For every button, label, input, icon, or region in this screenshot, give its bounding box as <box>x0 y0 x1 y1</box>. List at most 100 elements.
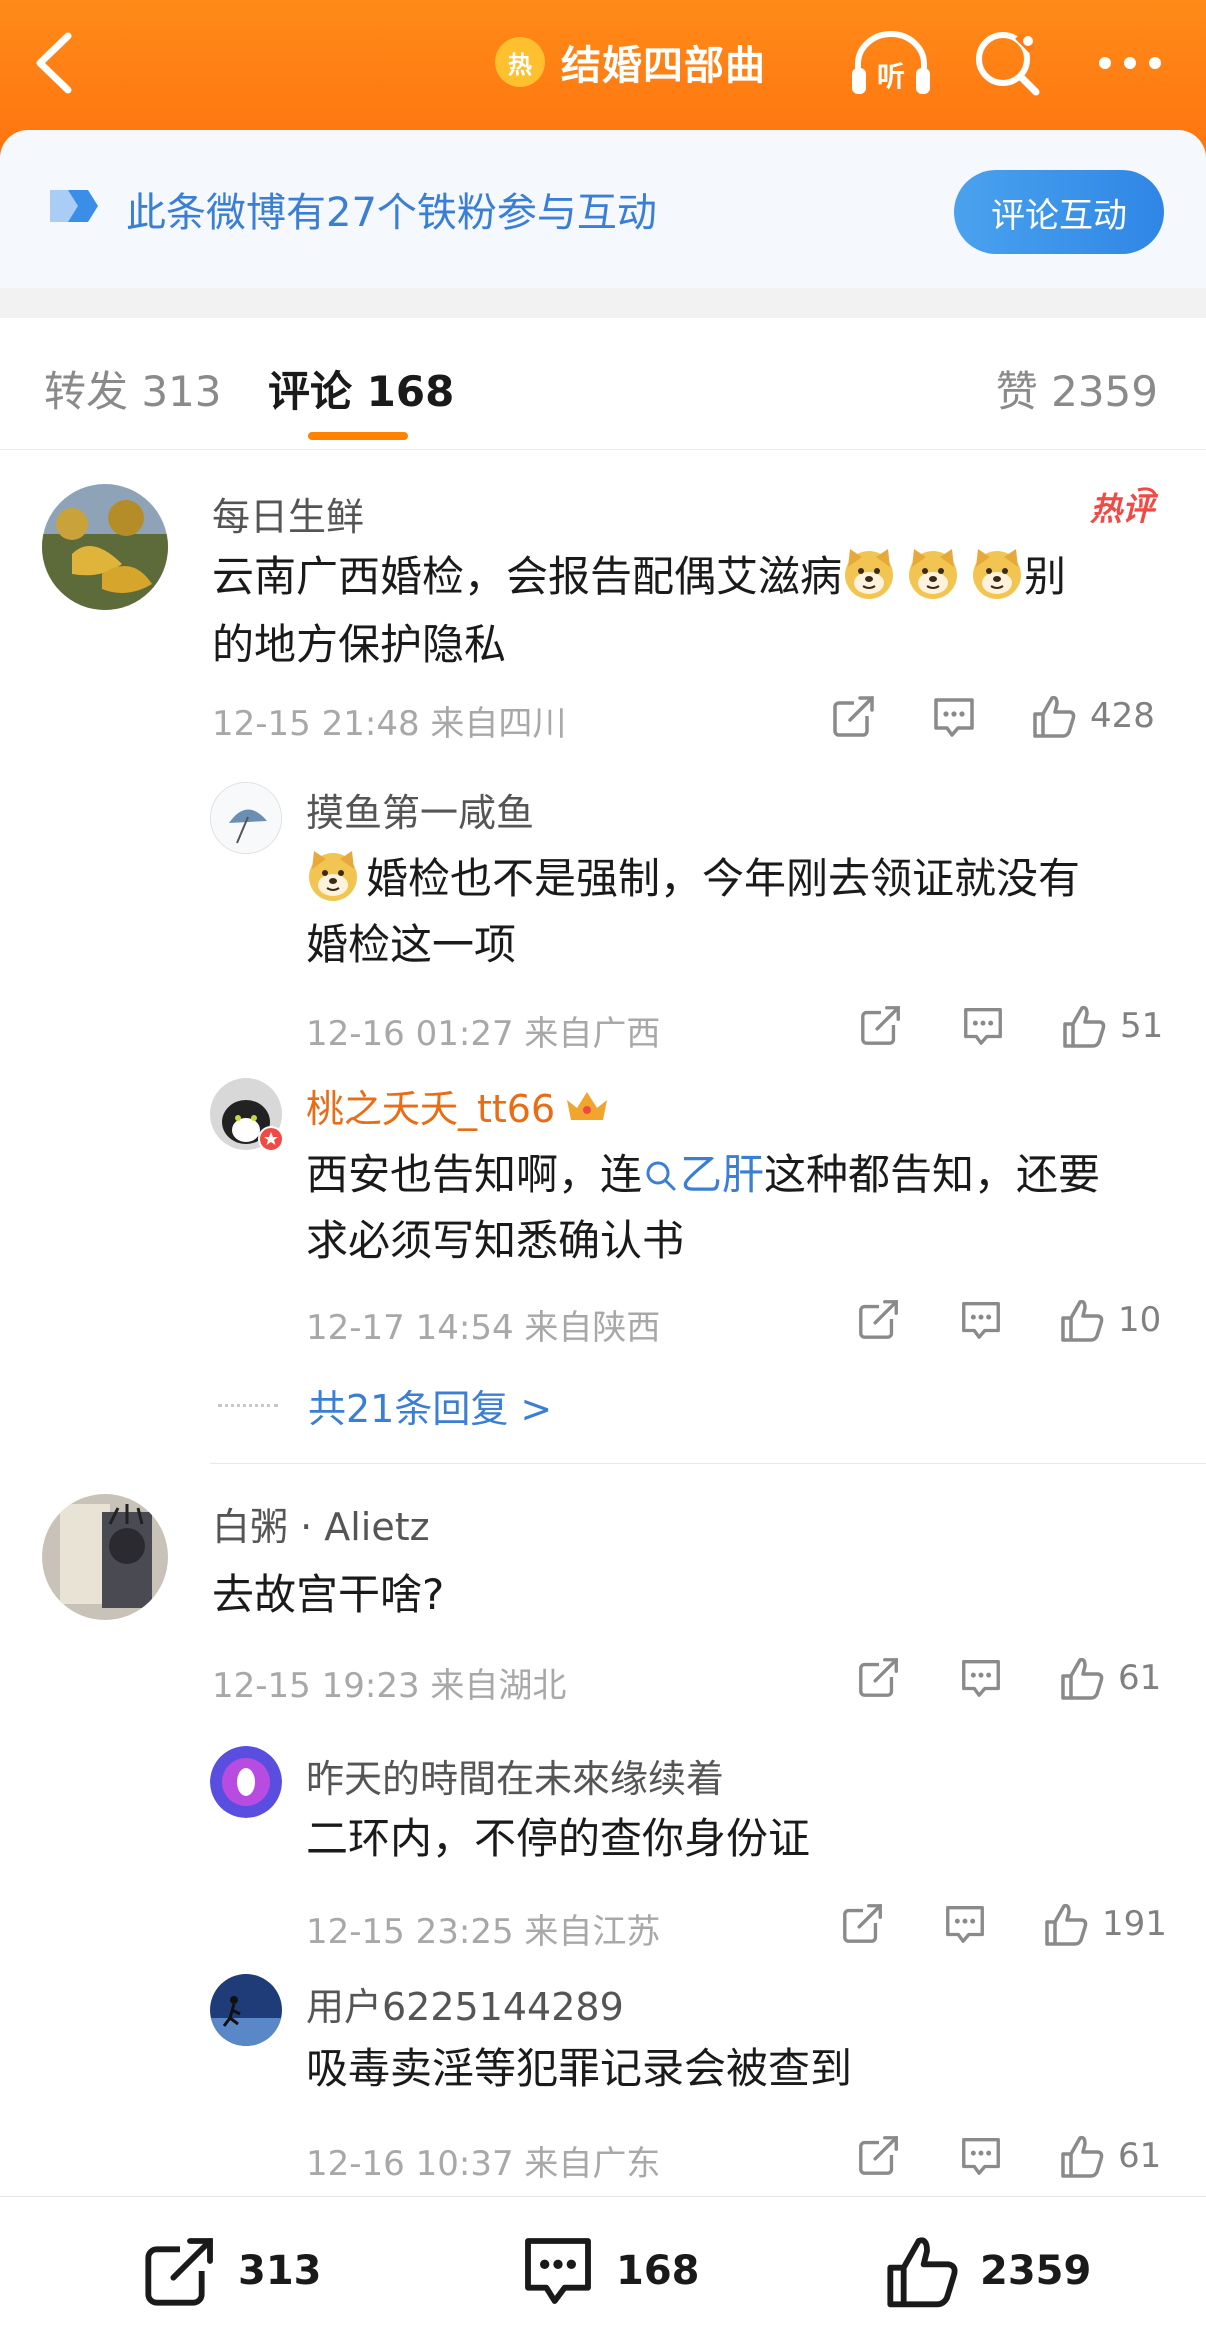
like-count: 2359 <box>980 2248 1092 2294</box>
reply-button[interactable] <box>942 1900 988 1946</box>
repost-button[interactable] <box>856 1296 902 1342</box>
tab-comment[interactable]: 评论 168 <box>268 358 454 419</box>
hot-badge: 热 <box>495 37 545 87</box>
comment-text: 去故宫干啥? <box>212 1570 445 1619</box>
avatar-ring-image <box>210 1746 282 1818</box>
headphones-icon: 听 <box>852 31 930 94</box>
share-icon <box>859 1298 902 1339</box>
reply-button[interactable] <box>958 1296 1004 1342</box>
repost-action[interactable]: 313 <box>140 2231 322 2311</box>
like-button[interactable]: 61 <box>1058 2132 1161 2180</box>
repost-button[interactable] <box>856 2132 902 2178</box>
repost-button[interactable] <box>858 1002 904 1048</box>
like-button[interactable]: 51 <box>1060 1002 1163 1050</box>
fan-interaction-banner: 此条微博有27个铁粉参与互动 评论互动 <box>0 130 1206 288</box>
topic-link[interactable]: 乙肝 <box>642 1150 764 1199</box>
comment-icon <box>962 1301 1000 1339</box>
like-count: 61 <box>1118 2136 1162 2176</box>
thumbs-up-icon <box>1033 695 1076 738</box>
avatar[interactable] <box>42 484 168 610</box>
comment-icon <box>962 1659 1000 1697</box>
like-button[interactable]: 10 <box>1058 1296 1161 1344</box>
view-more-replies[interactable]: 共21条回复 > <box>218 1378 552 1433</box>
share-icon <box>859 1656 902 1697</box>
reply-author[interactable]: 用户6225144289 <box>306 1976 624 2031</box>
comment-author[interactable]: 每日生鲜 <box>212 486 364 541</box>
share-icon <box>833 694 878 737</box>
avatar-tarot-image <box>42 1494 168 1620</box>
comment-icon <box>525 2238 591 2304</box>
comment-action[interactable]: 168 <box>518 2231 700 2311</box>
share-icon <box>861 1004 904 1045</box>
more-button[interactable] <box>1090 24 1170 102</box>
repost-button[interactable] <box>830 692 878 740</box>
dotted-line <box>218 1404 278 1407</box>
repost-button[interactable] <box>856 1654 902 1700</box>
comment-divider <box>210 1463 1206 1464</box>
reply-text: 西安也告知啊，连 乙肝这种都告知，还要 <box>306 1150 1101 1199</box>
bottom-action-bar: 313 168 2359 <box>0 2196 1206 2335</box>
search-icon <box>976 32 1040 96</box>
like-count: 61 <box>1118 1658 1162 1698</box>
reply-meta: 12-16 10:37 来自广东 <box>306 2144 661 2184</box>
avatar-umbrella-image <box>211 783 281 853</box>
comment-author[interactable]: 白粥 · Alietz <box>212 1496 430 1551</box>
listen-button[interactable]: 听 <box>848 24 934 102</box>
thumbs-up-icon <box>887 2237 958 2308</box>
tab-bar: 转发 313 评论 168 赞 2359 <box>0 318 1206 450</box>
crown-icon <box>567 1091 608 1120</box>
like-action[interactable]: 2359 <box>882 2231 1091 2311</box>
reply-button[interactable] <box>958 2132 1004 2178</box>
like-button[interactable]: 61 <box>1058 1654 1161 1702</box>
like-count: 51 <box>1120 1006 1164 1046</box>
reply-author[interactable]: 桃之夭夭_tt66 <box>306 1078 611 1133</box>
comment-text: 云南广西婚检，会报告配偶艾滋病别 <box>212 544 1066 610</box>
reply-author[interactable]: 昨天的時間在未來缘续着 <box>306 1748 724 1803</box>
banner-text: 此条微博有27个铁粉参与互动 <box>126 190 657 236</box>
search-button[interactable] <box>968 24 1046 102</box>
avatar[interactable] <box>210 1974 282 2046</box>
avatar[interactable] <box>210 782 282 854</box>
back-button[interactable] <box>30 28 80 98</box>
chevron-left-icon <box>36 32 72 94</box>
topic-title[interactable]: 热 结婚四部曲 <box>495 32 766 92</box>
comment-interaction-button[interactable]: 评论互动 <box>954 170 1164 254</box>
avatar-sunflower-image <box>42 484 168 610</box>
reply-button[interactable] <box>958 1654 1004 1700</box>
like-count: 191 <box>1102 1904 1167 1944</box>
like-button[interactable]: 191 <box>1042 1900 1167 1948</box>
repost-button[interactable] <box>840 1900 886 1946</box>
reply-meta: 12-15 23:25 来自江苏 <box>306 1912 661 1952</box>
listen-label: 听 <box>877 60 905 93</box>
tab-like[interactable]: 赞 2359 <box>996 358 1158 419</box>
doge-emoji-icon <box>308 850 358 902</box>
reply-meta: 12-17 14:54 来自陕西 <box>306 1308 661 1348</box>
comment-icon <box>964 1007 1002 1045</box>
thumbs-up-icon <box>1061 1299 1104 1342</box>
thumbs-up-icon <box>1063 1005 1106 1048</box>
comment-icon <box>934 698 974 737</box>
verified-badge-icon <box>258 1126 284 1152</box>
avatar[interactable] <box>42 1494 168 1620</box>
reply-button[interactable] <box>960 1002 1006 1048</box>
reply-text: 吸毒卖淫等犯罪记录会被查到 <box>306 2044 853 2093</box>
thumbs-up-icon <box>1061 1657 1104 1700</box>
share-icon <box>145 2236 219 2306</box>
like-count: 10 <box>1118 1300 1162 1340</box>
tab-repost[interactable]: 转发 313 <box>44 358 222 419</box>
comment-meta: 12-15 21:48 来自四川 <box>212 704 567 744</box>
comment-count: 168 <box>616 2248 700 2294</box>
thumbs-up-icon <box>1045 1903 1088 1946</box>
page-title: 结婚四部曲 <box>561 43 766 89</box>
like-button[interactable]: 428 <box>1030 692 1155 740</box>
reply-author[interactable]: 摸鱼第一咸鱼 <box>306 782 534 837</box>
repost-count: 313 <box>238 2248 322 2294</box>
comment-text-line2: 的地方保护隐私 <box>212 620 507 669</box>
avatar-runner-image <box>210 1974 282 2046</box>
reply-meta: 12-16 01:27 来自广西 <box>306 1014 661 1054</box>
comment-meta: 12-15 19:23 来自湖北 <box>212 1666 567 1706</box>
reply-button[interactable] <box>930 692 978 740</box>
avatar[interactable] <box>210 1746 282 1818</box>
comment-icon <box>946 1905 984 1943</box>
share-icon <box>859 2134 902 2175</box>
